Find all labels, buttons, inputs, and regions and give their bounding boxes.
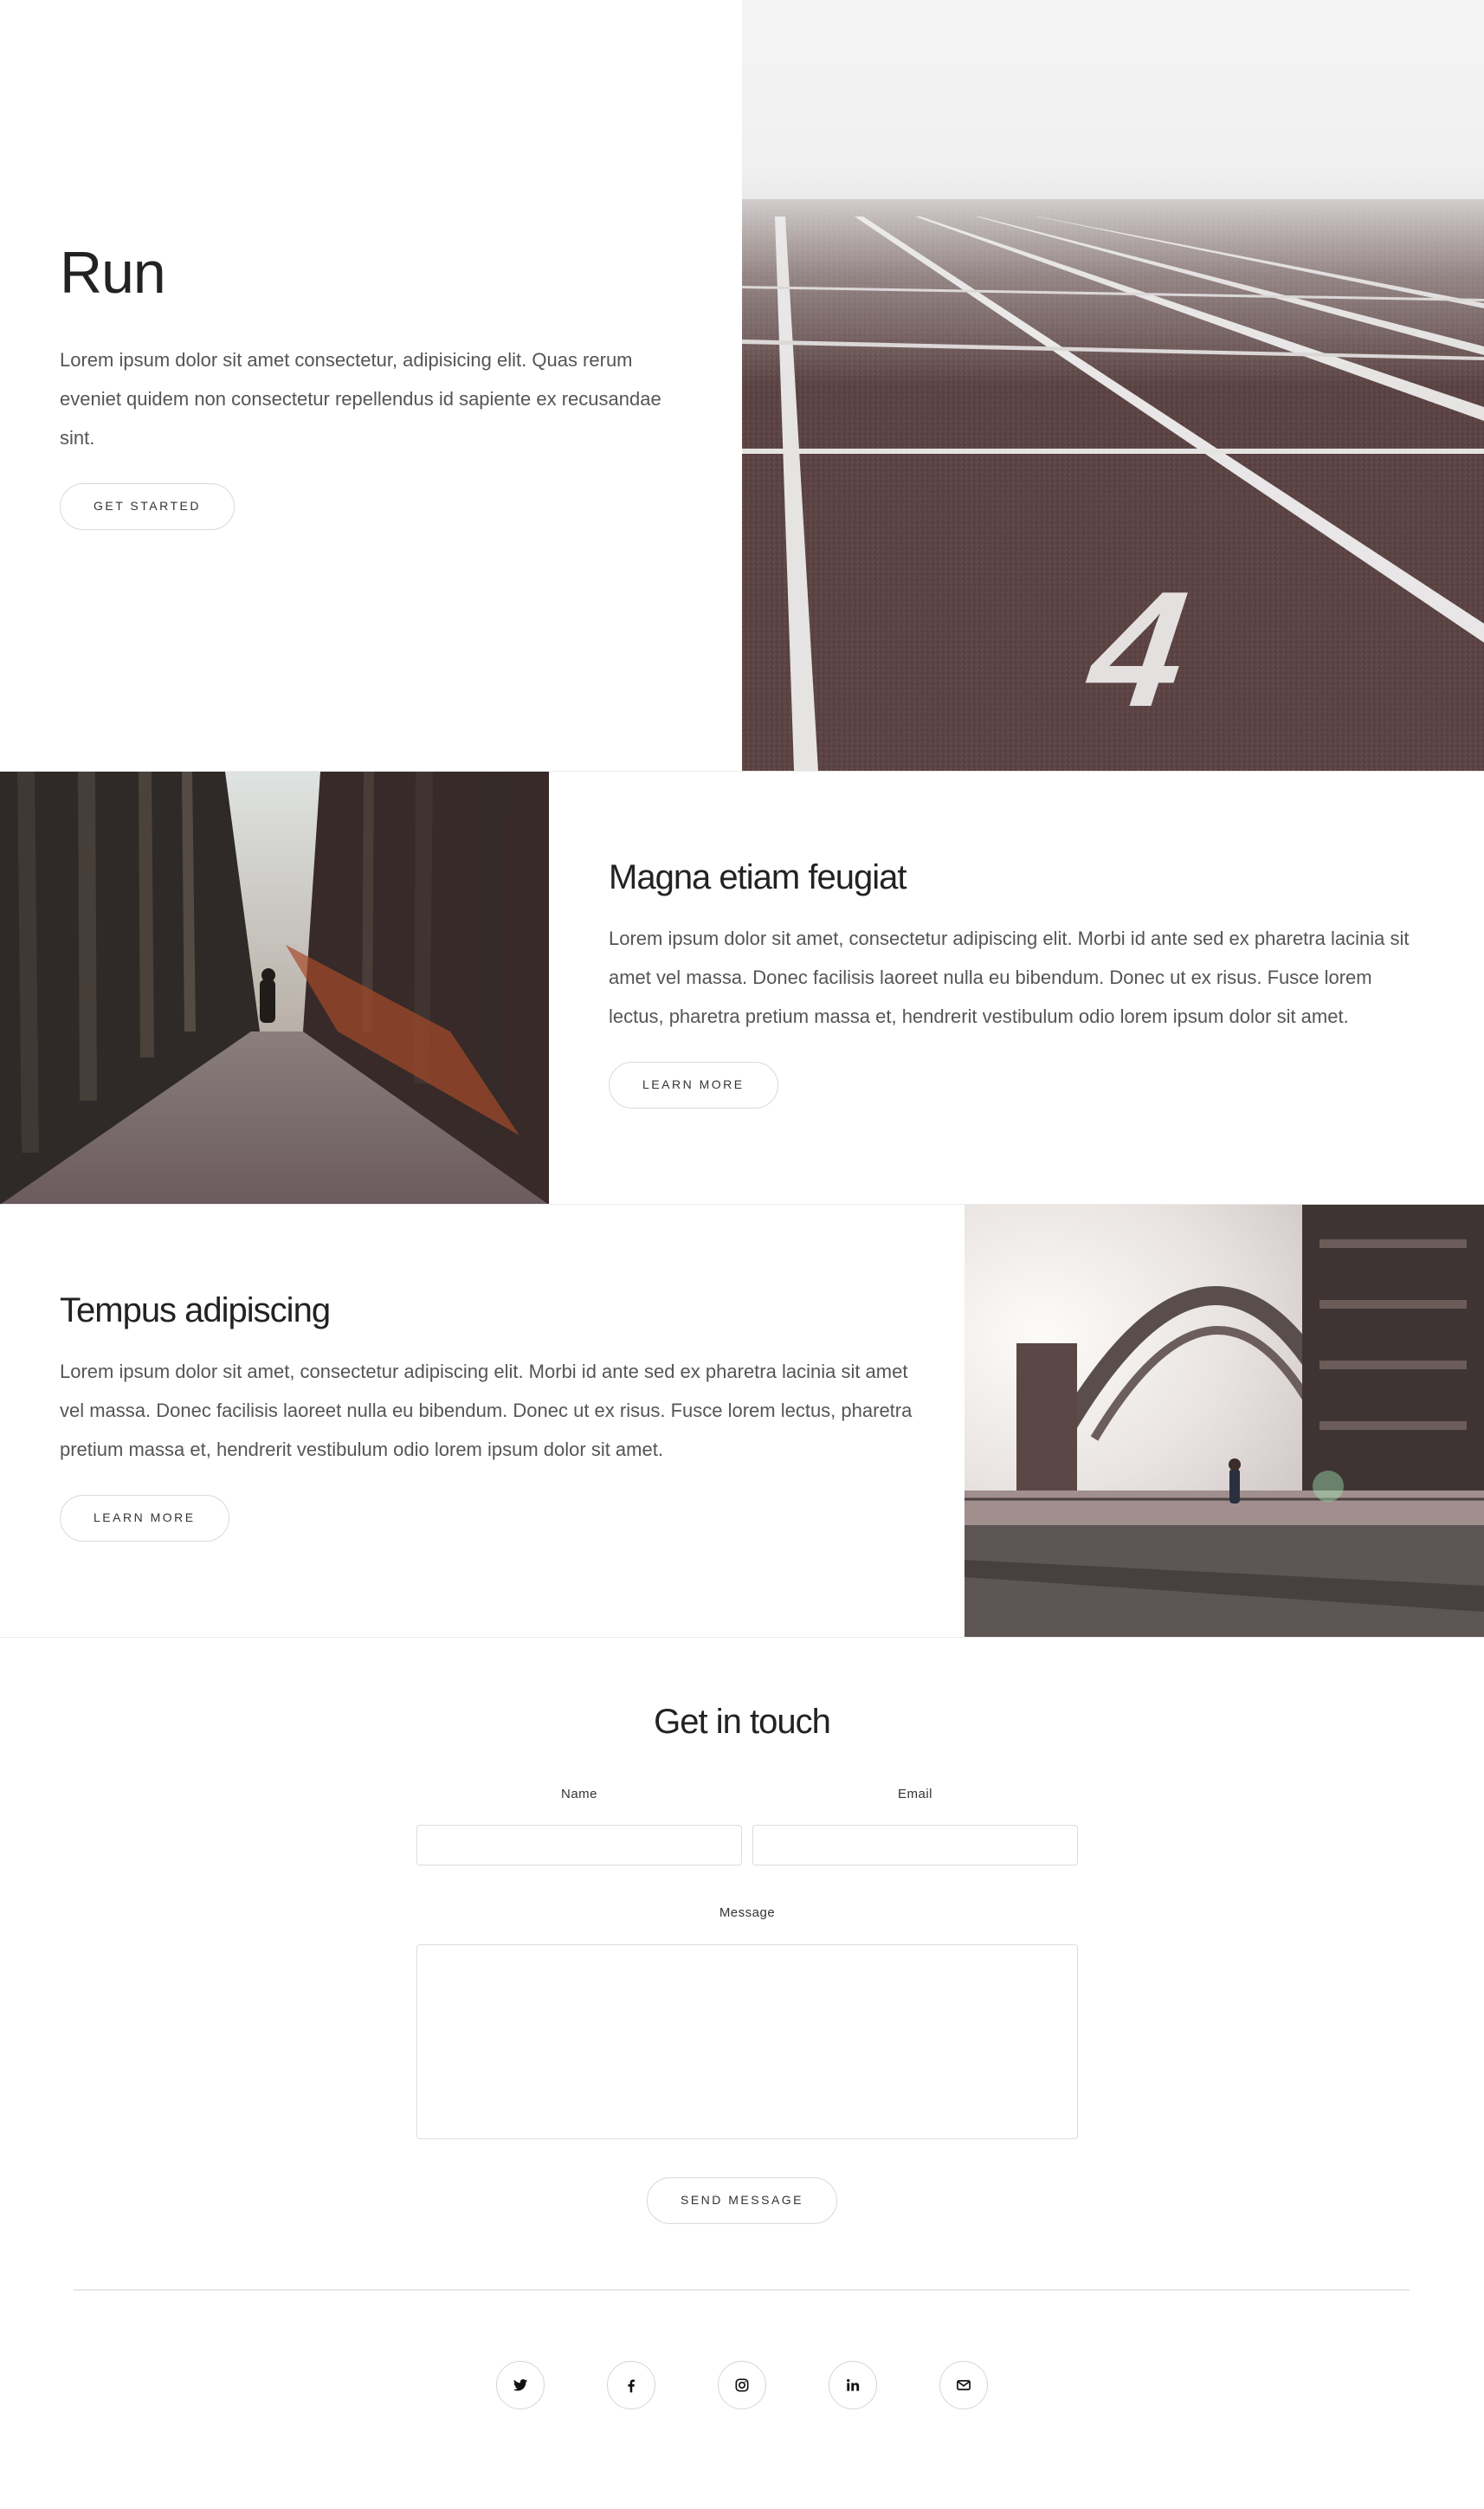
- get-started-button[interactable]: Get Started: [60, 482, 235, 530]
- name-label: Name: [560, 1787, 597, 1801]
- linkedin-icon: [847, 2379, 860, 2391]
- feature-section-1: Magna etiam feugiat Lorem ipsum dolor si…: [0, 771, 1484, 1205]
- feature-2-description: Lorem ipsum dolor sit amet, consectetur …: [60, 1361, 913, 1460]
- facebook-button[interactable]: [607, 2361, 655, 2409]
- bridge-illustration: [965, 1205, 1484, 1638]
- send-message-button[interactable]: Send Message: [646, 2177, 838, 2224]
- twitter-button[interactable]: [496, 2361, 545, 2409]
- running-track-illustration: 4: [742, 0, 1484, 771]
- message-label: Message: [719, 1905, 776, 1920]
- contact-title: Get in touch: [654, 1703, 831, 1741]
- footer-divider: [74, 2289, 1410, 2291]
- name-input[interactable]: [416, 1825, 742, 1866]
- forest-path-illustration: [0, 772, 549, 1205]
- forest-runner-image: [0, 772, 549, 1205]
- runner-figure: [1229, 1469, 1240, 1503]
- twitter-icon: [513, 2379, 528, 2391]
- runner-figure: [260, 980, 275, 1023]
- email-icon: [957, 2380, 971, 2390]
- learn-more-button-2[interactable]: Learn More: [60, 1495, 229, 1542]
- hero-title: Run: [60, 240, 166, 306]
- email-label: Email: [897, 1787, 932, 1801]
- feature-2-text-block: Tempus adipiscing Lorem ipsum dolor sit …: [60, 1288, 917, 1542]
- feature-1-title: Magna etiam feugiat: [609, 858, 907, 896]
- message-textarea[interactable]: [416, 1944, 1078, 2139]
- email-button[interactable]: [939, 2361, 988, 2409]
- email-input[interactable]: [752, 1825, 1078, 1866]
- feature-section-2: Tempus adipiscing Lorem ipsum dolor sit …: [0, 1204, 1484, 1638]
- feature-2-title: Tempus adipiscing: [60, 1291, 331, 1329]
- contact-section: Get in touch Name Email Message Send Mes…: [0, 1637, 1484, 2509]
- hero-text-block: Run Lorem ipsum dolor sit amet consectet…: [60, 238, 692, 530]
- social-links: [0, 2361, 1484, 2409]
- facebook-icon: [628, 2379, 635, 2393]
- learn-more-button-1[interactable]: Learn More: [609, 1062, 778, 1109]
- feature-1-text-block: Magna etiam feugiat Lorem ipsum dolor si…: [609, 855, 1427, 1109]
- feature-1-description: Lorem ipsum dolor sit amet, consectetur …: [609, 928, 1410, 1027]
- linkedin-button[interactable]: [829, 2361, 877, 2409]
- hero-section: Run Lorem ipsum dolor sit amet consectet…: [0, 0, 1484, 771]
- send-wrap: Send Message: [0, 2177, 1484, 2224]
- instagram-icon: [735, 2378, 749, 2392]
- hero-description: Lorem ipsum dolor sit amet consectetur, …: [60, 348, 661, 449]
- instagram-button[interactable]: [718, 2361, 766, 2409]
- hero-running-track-image: 4: [742, 0, 1484, 771]
- bridge-runner-image: [965, 1205, 1484, 1638]
